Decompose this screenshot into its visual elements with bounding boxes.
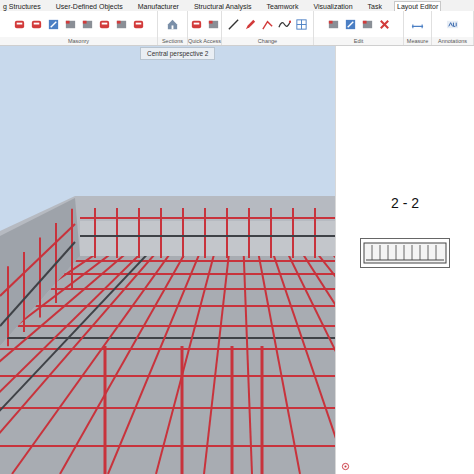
tool-icon — [81, 18, 94, 31]
tool-icon — [207, 18, 220, 31]
group-label: Sections — [158, 37, 187, 45]
pencil-icon — [244, 18, 257, 31]
tool-button[interactable] — [81, 18, 94, 31]
viewport-title: Central perspective 2 — [140, 47, 215, 60]
tool-button[interactable] — [64, 18, 77, 31]
tool-icon — [47, 18, 60, 31]
group-label: Masonry — [0, 37, 157, 45]
icon-row — [158, 11, 187, 37]
menu-bar: g Structures User-Defined Objects Manufact… — [0, 0, 474, 11]
ribbon-group: Quick Access — [188, 11, 222, 45]
menu-tab[interactable]: Teamwork — [264, 1, 302, 11]
menu-tab[interactable]: g Structures — [0, 1, 44, 11]
tool-button[interactable] — [98, 18, 111, 31]
tool-button[interactable] — [115, 18, 128, 31]
tool-button[interactable] — [244, 18, 257, 31]
group-label: Measure — [404, 37, 431, 45]
section-drawing[interactable] — [360, 238, 450, 268]
layout-panel[interactable]: 2 - 2 — [335, 46, 474, 474]
tool-button[interactable] — [446, 18, 459, 31]
ribbon-group: Annotations — [432, 11, 474, 45]
tool-button[interactable] — [190, 18, 203, 31]
ribbon: MasonrySectionsQuick AccessChangeEditMea… — [0, 11, 474, 46]
tool-button[interactable] — [378, 18, 391, 31]
tool-icon — [30, 18, 43, 31]
menu-tab[interactable]: Manufacturer — [135, 1, 182, 11]
group-label: Edit — [314, 37, 403, 45]
house-icon — [166, 18, 179, 31]
tool-icon — [361, 18, 374, 31]
curve-icon — [278, 18, 291, 31]
back-wall — [80, 221, 335, 256]
tool-icon — [190, 18, 203, 31]
icon-row — [188, 11, 221, 37]
line-icon — [227, 18, 240, 31]
section-label: 2 - 2 — [391, 194, 419, 212]
ribbon-group: Measure — [404, 11, 432, 45]
tool-button[interactable] — [132, 18, 145, 31]
delete-icon — [378, 18, 391, 31]
tool-icon — [132, 18, 145, 31]
tool-button[interactable] — [207, 18, 220, 31]
icon-row — [0, 11, 157, 37]
angle-icon — [261, 18, 274, 31]
icon-row — [222, 11, 313, 37]
grid-icon — [295, 18, 308, 31]
menu-tab[interactable]: Layout Editor — [394, 1, 441, 11]
tool-icon — [327, 18, 340, 31]
group-label: Change — [222, 37, 313, 45]
tool-button[interactable] — [327, 18, 340, 31]
ribbon-group: Masonry — [0, 11, 158, 45]
tool-icon — [13, 18, 26, 31]
back-rebar — [80, 208, 335, 258]
ribbon-group: Edit — [314, 11, 404, 45]
tool-button[interactable] — [30, 18, 43, 31]
menu-tab[interactable]: Task — [365, 1, 385, 11]
tool-button[interactable] — [344, 18, 357, 31]
tool-icon — [344, 18, 357, 31]
menu-tab[interactable]: User-Defined Objects — [53, 1, 126, 11]
tool-icon — [98, 18, 111, 31]
tool-button[interactable] — [227, 18, 240, 31]
tool-icon — [64, 18, 77, 31]
target-icon[interactable] — [341, 462, 350, 471]
group-label: Annotations — [432, 37, 473, 45]
viewport[interactable]: Central perspective 2 — [0, 46, 335, 474]
tool-button[interactable] — [278, 18, 291, 31]
ruler-icon — [411, 18, 424, 31]
front-rebar — [105, 346, 262, 474]
tool-button[interactable] — [361, 18, 374, 31]
menu-tab[interactable]: Structural Analysis — [191, 1, 255, 11]
ribbon-group: Sections — [158, 11, 188, 45]
workspace: Central perspective 2 2 - 2 — [0, 46, 474, 474]
tool-icon — [115, 18, 128, 31]
icon-row — [404, 11, 431, 37]
tool-button[interactable] — [411, 18, 424, 31]
menu-tab[interactable]: Visualization — [310, 1, 355, 11]
tool-button[interactable] — [261, 18, 274, 31]
rebar-model[interactable] — [0, 46, 335, 474]
ribbon-group: Change — [222, 11, 314, 45]
tool-button[interactable] — [166, 18, 179, 31]
tool-button[interactable] — [295, 18, 308, 31]
floor-rebar — [0, 156, 335, 474]
icon-row — [314, 11, 403, 37]
tool-button[interactable] — [47, 18, 60, 31]
icon-row — [432, 11, 473, 37]
text-icon — [446, 18, 459, 31]
group-label: Quick Access — [188, 37, 221, 45]
tool-button[interactable] — [13, 18, 26, 31]
app-window: g Structures User-Defined Objects Manufact… — [0, 0, 474, 474]
